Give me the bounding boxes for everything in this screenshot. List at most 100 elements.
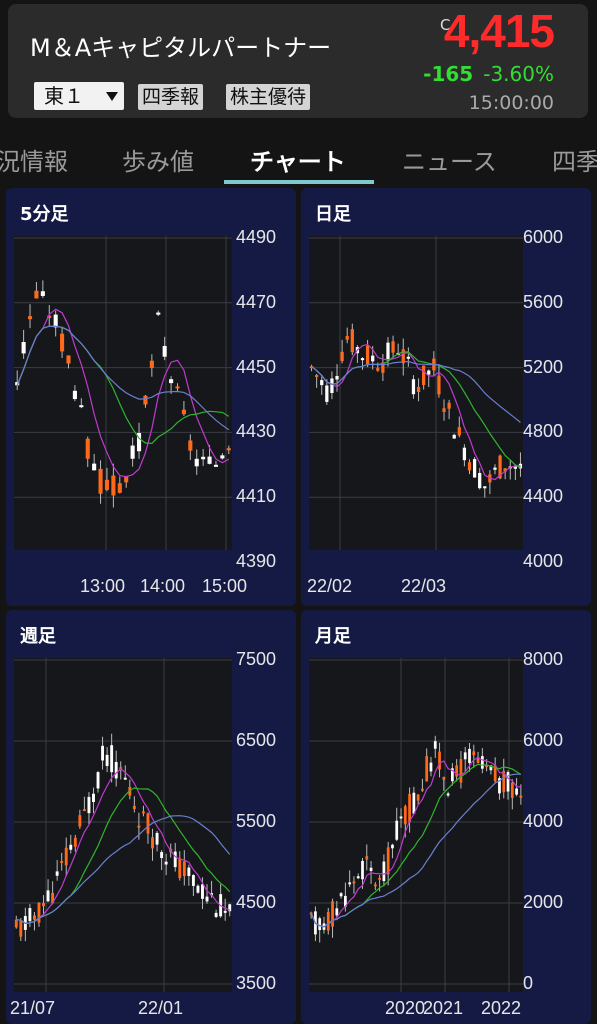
candle-body <box>223 910 227 913</box>
y-tick-label: 4450 <box>236 356 277 377</box>
candle-body <box>447 402 451 409</box>
candle-body <box>442 777 446 780</box>
y-tick-label: 4000 <box>523 551 564 571</box>
candle-body <box>78 815 82 827</box>
candle-body <box>105 754 109 767</box>
candle-body <box>85 438 90 459</box>
candle-body <box>365 345 370 365</box>
y-tick-label: 3500 <box>236 973 277 993</box>
y-tick-label: 5600 <box>523 291 564 312</box>
tab-chart[interactable]: チャート <box>250 142 346 177</box>
market-select-value: 東１ <box>44 84 84 108</box>
x-tick-label: 21/07 <box>10 998 56 1018</box>
market-select[interactable]: 東１ <box>34 82 124 110</box>
candle-body <box>325 385 329 402</box>
x-tick-label: 2020 <box>385 998 426 1018</box>
candle-body <box>64 847 68 866</box>
candle-body <box>437 375 441 395</box>
candle-body <box>123 777 127 780</box>
y-tick-label: 4390 <box>236 551 277 571</box>
candle-body <box>226 448 231 451</box>
candle-body <box>369 867 373 871</box>
candle-body <box>66 355 71 364</box>
candle-body <box>330 378 334 394</box>
candle-body <box>101 745 105 761</box>
candle-body <box>164 861 168 865</box>
y-tick-label: 4000 <box>523 811 564 831</box>
y-tick-label: 4470 <box>236 291 277 312</box>
candle-body <box>515 788 518 795</box>
x-tick-label: 2021 <box>423 998 464 1018</box>
ma-mid-line <box>311 350 521 468</box>
candle-body <box>462 447 467 461</box>
candle-body <box>141 811 145 814</box>
candle-body <box>73 837 77 847</box>
chart-panel-daily[interactable]: 日足 6000 5600 5200 4800 4400 4000 22/02 22/03 <box>301 188 591 606</box>
candle-body <box>130 445 135 459</box>
candle-body <box>457 427 461 436</box>
candle-body <box>438 751 441 770</box>
candle-body <box>468 748 471 764</box>
candle-body <box>510 782 514 798</box>
candle-body <box>422 365 426 386</box>
ma-short-line <box>310 757 521 928</box>
tab-shikiho[interactable]: 四季 <box>552 142 597 177</box>
candle-body <box>79 405 84 408</box>
candle-body <box>345 335 349 340</box>
candle-body <box>391 844 394 849</box>
candle-body <box>335 908 339 916</box>
candle-body <box>433 741 437 749</box>
chart-panel-5min[interactable]: 5分足 4490 4470 4450 4430 4410 4390 13:00 14:00 15… <box>6 188 296 606</box>
candle-body <box>169 379 174 384</box>
candle-body <box>427 370 431 375</box>
chart-panel-weekly[interactable]: 週足 7500 6500 5500 4500 3500 21/07 22/01 <box>6 610 296 1024</box>
tab-trades[interactable]: 歩み値 <box>122 142 194 177</box>
candle-body <box>207 456 212 464</box>
candle-body <box>315 375 319 378</box>
candle-body <box>446 793 450 796</box>
candle-body <box>326 911 330 931</box>
candle-body <box>391 341 395 353</box>
tab-news[interactable]: ニュース <box>402 142 497 177</box>
candle-body <box>72 390 77 400</box>
candle-body <box>151 837 154 849</box>
candle-body <box>318 918 322 931</box>
yutai-button[interactable]: 株主優待 <box>226 84 311 110</box>
candle-body <box>320 380 324 386</box>
candle-body <box>19 920 23 937</box>
candle-body <box>28 908 32 922</box>
candle-body <box>350 329 354 353</box>
candle-body <box>352 881 356 884</box>
candle-body <box>459 759 463 783</box>
change-value: -165 <box>423 62 474 86</box>
candle-body <box>348 882 352 885</box>
y-tick-label: 4500 <box>236 892 277 912</box>
candle-body <box>480 756 484 769</box>
change-percent: -3.60% <box>483 62 554 86</box>
candle-body <box>34 290 39 299</box>
candle-body <box>416 386 421 393</box>
candle-body <box>55 871 59 876</box>
candle-body <box>92 793 95 803</box>
current-price: 4,415 <box>443 5 555 57</box>
candle-body <box>104 479 110 490</box>
candle-body <box>467 462 472 471</box>
candle-body <box>201 456 206 460</box>
candle-body <box>335 375 339 380</box>
candle-body <box>361 860 364 880</box>
chart-panel-monthly[interactable]: 月足 8000 6000 4000 2000 0 2020 2021 2022 <box>301 610 591 1024</box>
ma-long-line <box>16 815 231 925</box>
candle-body <box>339 893 343 897</box>
candle-body <box>143 395 148 405</box>
tab-market-info[interactable]: 況情報 <box>0 142 68 177</box>
candle-body <box>429 762 433 772</box>
candle-body <box>110 745 114 773</box>
shikiho-button[interactable]: 四季報 <box>138 84 204 110</box>
candle-body <box>181 409 186 415</box>
candle-body <box>114 761 118 779</box>
y-tick-label: 4430 <box>236 421 277 442</box>
candle-body <box>82 809 86 812</box>
y-tick-label: 0 <box>523 973 534 993</box>
candle-body <box>60 860 64 863</box>
candle-body <box>416 794 420 801</box>
